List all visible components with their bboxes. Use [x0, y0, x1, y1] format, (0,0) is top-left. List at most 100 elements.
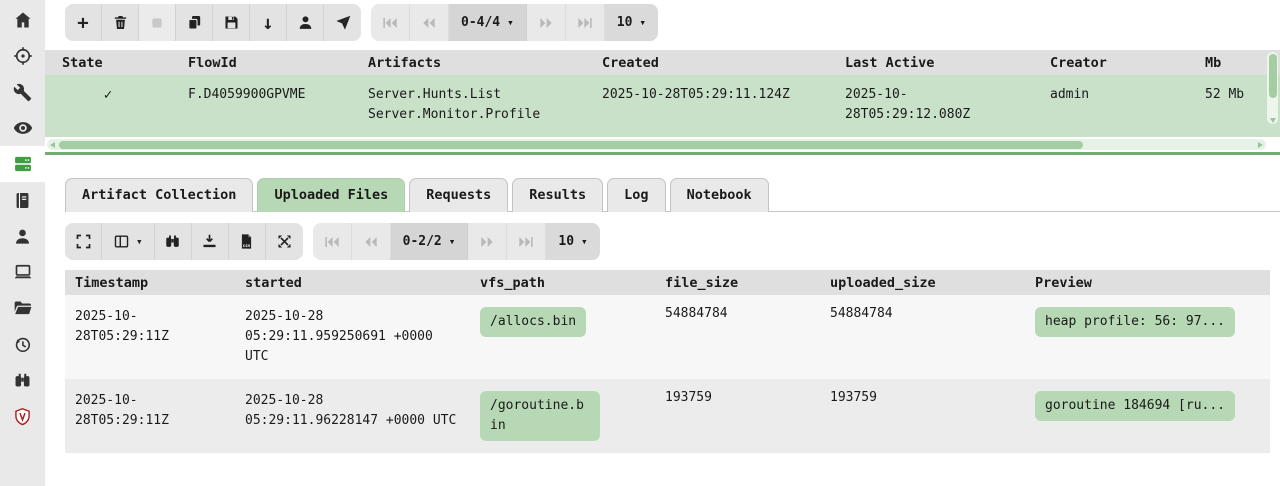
download-button[interactable]: ↓ [250, 4, 287, 41]
preview-badge[interactable]: heap profile: 56: 97... [1035, 307, 1235, 337]
file-vfs-path-cell: /allocs.bin [470, 295, 655, 379]
flow-last-active-cell: 2025-10-28T05:29:12.080Z [828, 75, 1033, 137]
columns-dropdown-button[interactable]: ▾ [102, 223, 155, 260]
prev-page-button[interactable] [410, 4, 449, 41]
new-collection-button[interactable]: + [65, 4, 102, 41]
stop-button[interactable] [139, 4, 176, 41]
next-page-button[interactable] [527, 4, 566, 41]
fullscreen-button[interactable] [65, 223, 102, 260]
save-button[interactable] [213, 4, 250, 41]
flow-created-cell: 2025-10-28T05:29:11.124Z [585, 75, 828, 137]
column-header-vfs-path: vfs_path [470, 270, 655, 295]
next-page-icon [538, 15, 554, 31]
prev-page-button[interactable] [352, 223, 391, 260]
export-csv-button[interactable]: csv [229, 223, 266, 260]
file-preview-cell: heap profile: 56: 97... [1025, 295, 1270, 379]
user-icon [13, 227, 32, 246]
svg-text:csv: csv [243, 244, 251, 249]
user-button[interactable] [287, 4, 324, 41]
delete-button[interactable] [102, 4, 139, 41]
column-header-created: Created [585, 50, 828, 75]
tab-artifact-collection[interactable]: Artifact Collection [65, 178, 253, 212]
horizontal-scrollbar-thumb[interactable] [59, 141, 1083, 149]
page-range-dropdown[interactable]: 0-2/2 ▾ [391, 223, 469, 260]
flow-state-check-icon: ✓ [45, 75, 171, 137]
last-page-button[interactable] [566, 4, 605, 41]
page-size-dropdown[interactable]: 10 ▾ [605, 4, 658, 41]
vertical-scrollbar-thumb[interactable] [1269, 54, 1277, 98]
tab-log[interactable]: Log [607, 178, 665, 212]
sidebar-item-home[interactable] [0, 2, 45, 38]
sidebar-item-notebooks[interactable] [0, 182, 45, 218]
send-button[interactable] [324, 4, 361, 41]
vertical-scrollbar[interactable] [1267, 52, 1278, 124]
flow-creator-cell: admin [1033, 75, 1188, 137]
user-icon [297, 14, 314, 31]
server-storage-icon [13, 154, 33, 174]
copy-button[interactable] [176, 4, 213, 41]
sidebar-item-monitoring[interactable] [0, 110, 45, 146]
tab-requests[interactable]: Requests [409, 178, 508, 212]
main-content: + ↓ 0-4/4 ▾ 10 ▾ State [45, 0, 1280, 486]
file-started-cell: 2025-10-28 05:29:11.96228147 +0000 UTC [235, 379, 470, 453]
columns-icon [113, 233, 130, 250]
folder-open-icon [13, 298, 33, 318]
sidebar-item-users[interactable] [0, 218, 45, 254]
page-range-dropdown[interactable]: 0-4/4 ▾ [449, 4, 527, 41]
sidebar-item-history[interactable] [0, 326, 45, 362]
chevron-down-icon: ▾ [136, 236, 143, 247]
chevron-down-icon: ▾ [449, 236, 456, 247]
file-size-cell: 193759 [655, 379, 820, 453]
file-row[interactable]: 2025-10-28T05:29:11Z 2025-10-28 05:29:11… [65, 295, 1270, 379]
sidebar-item-vfs[interactable] [0, 290, 45, 326]
sidebar-item-search[interactable] [0, 362, 45, 398]
sidebar-item-clients[interactable] [0, 254, 45, 290]
last-page-button[interactable] [507, 223, 546, 260]
page-range-label: 0-4/4 [461, 15, 500, 30]
sidebar-item-hunts[interactable] [0, 38, 45, 74]
first-page-button[interactable] [371, 4, 410, 41]
download-arrow-icon: ↓ [262, 12, 273, 34]
sidebar-item-velociraptor[interactable] [0, 398, 45, 434]
tab-notebook[interactable]: Notebook [670, 178, 769, 212]
flow-artifacts-cell: Server.Hunts.List Server.Monitor.Profile [351, 75, 585, 137]
artifact-name: Server.Monitor.Profile [368, 105, 568, 125]
flow-detail-tabs: Artifact Collection Uploaded Files Reque… [65, 177, 1280, 212]
expand-button[interactable] [266, 223, 303, 260]
sidebar-item-server-collections[interactable] [0, 146, 45, 182]
next-page-button[interactable] [468, 223, 507, 260]
chevron-down-icon: ▾ [507, 17, 514, 28]
column-header-file-size: file_size [655, 270, 820, 295]
column-header-artifacts: Artifacts [351, 50, 585, 75]
files-pagination: 0-2/2 ▾ 10 ▾ [313, 223, 600, 260]
uploaded-files-table: Timestamp started vfs_path file_size upl… [65, 270, 1270, 453]
file-row[interactable]: 2025-10-28T05:29:11Z 2025-10-28 05:29:11… [65, 379, 1270, 453]
fullscreen-icon [75, 233, 92, 250]
first-page-button[interactable] [313, 223, 352, 260]
search-rows-button[interactable] [155, 223, 192, 260]
vfs-path-badge[interactable]: /allocs.bin [480, 307, 586, 337]
tab-results[interactable]: Results [512, 178, 603, 212]
notebook-icon [13, 191, 32, 210]
horizontal-scrollbar[interactable] [47, 139, 1266, 150]
page-size-dropdown[interactable]: 10 ▾ [546, 223, 599, 260]
download-files-button[interactable] [192, 223, 229, 260]
column-header-preview: Preview [1025, 270, 1270, 295]
tab-uploaded-files[interactable]: Uploaded Files [257, 178, 405, 212]
column-header-last-active: Last Active [828, 50, 1033, 75]
flow-id-cell: F.D4059900GPVME [171, 75, 351, 137]
vfs-path-badge[interactable]: /goroutine.bin [480, 391, 600, 441]
column-header-flowid: FlowId [171, 50, 351, 75]
flow-row[interactable]: ✓ F.D4059900GPVME Server.Hunts.List Serv… [45, 75, 1280, 137]
file-preview-cell: goroutine 184694 [ru... [1025, 379, 1270, 453]
uploaded-size-cell: 193759 [820, 379, 1025, 453]
sidebar-item-tools[interactable] [0, 74, 45, 110]
first-page-icon [324, 234, 340, 250]
preview-badge[interactable]: goroutine 184694 [ru... [1035, 391, 1235, 421]
file-timestamp-cell: 2025-10-28T05:29:11Z [65, 379, 235, 453]
binoculars-icon [164, 233, 181, 250]
file-vfs-path-cell: /goroutine.bin [470, 379, 655, 453]
files-button-group: ▾ csv [65, 223, 303, 260]
uploaded-size-cell: 54884784 [820, 295, 1025, 379]
eye-icon [13, 118, 33, 138]
